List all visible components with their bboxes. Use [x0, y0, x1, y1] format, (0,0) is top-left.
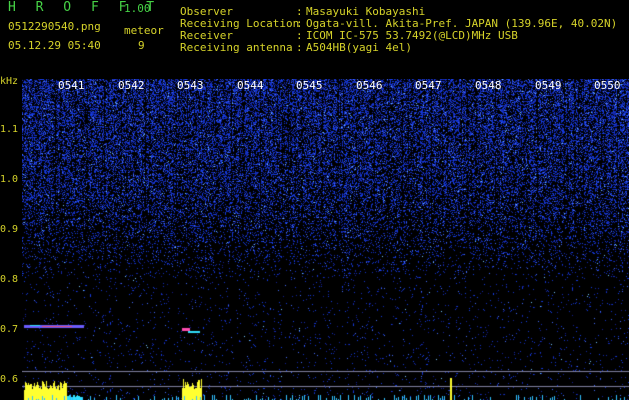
- x-tick-label: 0550: [594, 79, 621, 92]
- x-tick-label: 0543: [177, 79, 204, 92]
- y-tick-label: 0.6: [0, 374, 19, 385]
- image-filename: 0512290540.png: [8, 20, 101, 33]
- axis-unit-label: kHz: [0, 76, 19, 87]
- x-tick-label: 0549: [535, 79, 562, 92]
- capture-timestamp: 05.12.29 05:40: [8, 39, 101, 52]
- spectrogram-canvas: [22, 79, 629, 400]
- x-tick-label: 0544: [237, 79, 264, 92]
- info-label-antenna: Receiving antenna: [180, 41, 293, 54]
- x-tick-label: 0545: [296, 79, 323, 92]
- x-tick-label: 0541: [58, 79, 85, 92]
- mode-label: meteor: [124, 24, 164, 37]
- info-colon: :: [296, 41, 303, 54]
- x-tick-label: 0548: [475, 79, 502, 92]
- info-value-antenna: A504HB(yagi 4el): [306, 41, 412, 54]
- y-tick-label: 0.9: [0, 224, 19, 235]
- meteor-count: 9: [138, 39, 145, 52]
- y-tick-label: 1.1: [0, 124, 19, 135]
- y-tick-label: 0.8: [0, 274, 19, 285]
- y-tick-label: 1.0: [0, 174, 19, 185]
- app-version: 1.00: [124, 2, 151, 15]
- x-tick-label: 0546: [356, 79, 383, 92]
- x-tick-label: 0547: [415, 79, 442, 92]
- x-tick-label: 0542: [118, 79, 145, 92]
- header-panel: H R O F F T 1.00 0512290540.png 05.12.29…: [0, 0, 629, 76]
- y-tick-label: 0.7: [0, 324, 19, 335]
